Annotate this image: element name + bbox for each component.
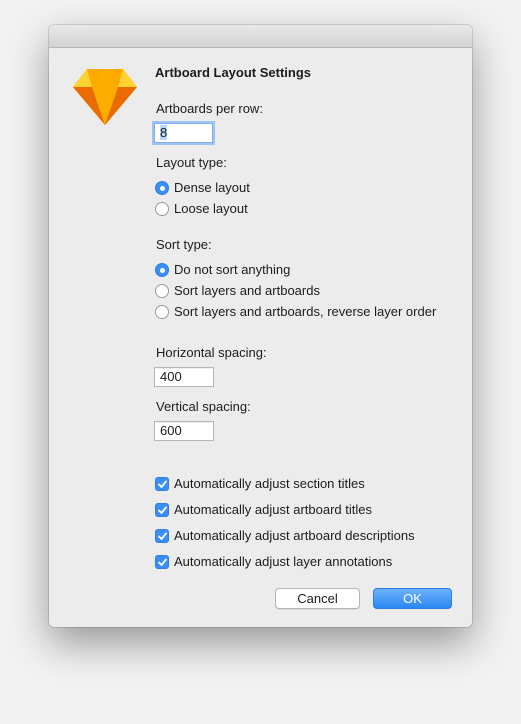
radio-sort-reverse-order[interactable]: Sort layers and artboards, reverse layer… [155,304,436,319]
radio-label: Dense layout [174,180,250,195]
radio-sort-layers-artboards[interactable]: Sort layers and artboards [155,283,320,298]
radio-button[interactable] [155,201,169,216]
checkbox-checked[interactable] [155,502,169,517]
checkbox-section-titles[interactable]: Automatically adjust section titles [155,476,365,491]
checkbox-layer-annotations[interactable]: Automatically adjust layer annotations [155,554,392,569]
horizontal-spacing-label: Horizontal spacing: [156,345,267,360]
radio-button[interactable] [155,304,169,319]
window-titlebar[interactable] [49,25,472,48]
horizontal-spacing-field[interactable]: 400 [154,367,214,387]
radio-button[interactable] [155,283,169,298]
radio-label: Loose layout [174,201,248,216]
cancel-button[interactable]: Cancel [275,588,360,609]
artboards-per-row-label: Artboards per row: [156,101,263,116]
radio-dense-layout[interactable]: Dense layout [155,180,250,195]
radio-label: Sort layers and artboards, reverse layer… [174,304,437,319]
sort-type-label: Sort type: [156,237,212,252]
radio-loose-layout[interactable]: Loose layout [155,201,248,216]
checkbox-checked[interactable] [155,528,169,543]
checkmark-icon [158,558,167,566]
checkbox-label: Automatically adjust section titles [174,476,365,491]
checkmark-icon [158,506,167,514]
radio-button-selected[interactable] [155,180,169,195]
vertical-spacing-label: Vertical spacing: [156,399,251,414]
dialog-title: Artboard Layout Settings [155,65,312,80]
checkbox-label: Automatically adjust layer annotations [174,554,393,569]
checkmark-icon [158,480,167,488]
vertical-spacing-field[interactable]: 600 [154,421,214,441]
radio-do-not-sort[interactable]: Do not sort anything [155,262,290,277]
checkbox-artboard-titles[interactable]: Automatically adjust artboard titles [155,502,372,517]
radio-label: Do not sort anything [174,262,291,277]
checkbox-artboard-descriptions[interactable]: Automatically adjust artboard descriptio… [155,528,415,543]
sketch-diamond-icon [73,69,137,125]
checkmark-icon [158,532,167,540]
checkbox-checked[interactable] [155,554,169,569]
ok-button[interactable]: OK [373,588,452,609]
checkbox-checked[interactable] [155,476,169,491]
checkbox-label: Automatically adjust artboard descriptio… [174,528,415,543]
artboards-per-row-field[interactable]: 8 [154,123,213,143]
dialog-window: Artboard Layout Settings Artboards per r… [49,25,472,627]
radio-label: Sort layers and artboards [174,283,320,298]
checkbox-label: Automatically adjust artboard titles [174,502,372,517]
layout-type-label: Layout type: [156,155,227,170]
radio-button-selected[interactable] [155,262,169,277]
artboards-per-row-value: 8 [160,125,168,140]
